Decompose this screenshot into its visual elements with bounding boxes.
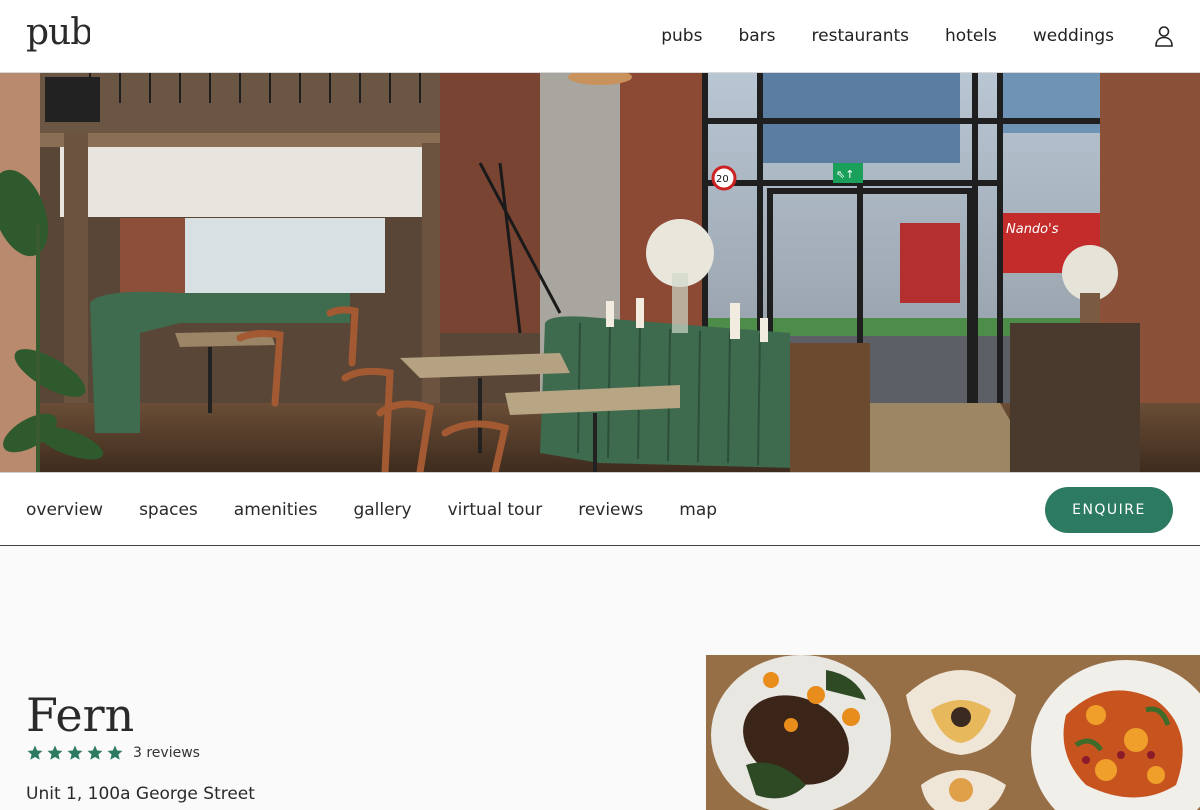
main-nav: pubs bars restaurants hotels weddings (661, 0, 1200, 72)
nav-pubs[interactable]: pubs (661, 26, 702, 46)
nav-restaurants[interactable]: restaurants (812, 26, 910, 46)
venue-rating[interactable]: 3 reviews (26, 744, 200, 762)
nav-bars[interactable]: bars (738, 26, 775, 46)
site-header: pub pubs bars restaurants hotels wedding… (0, 0, 1200, 73)
venue-name: Fern (26, 688, 135, 742)
tab-overview[interactable]: overview (26, 500, 103, 520)
venue-subnav: overview spaces amenities gallery virtua… (0, 472, 1200, 546)
star-icon (27, 745, 43, 760)
star-icon (107, 745, 123, 760)
star-icon (87, 745, 103, 760)
nav-hotels[interactable]: hotels (945, 26, 997, 46)
review-count[interactable]: 3 reviews (133, 745, 200, 761)
tab-map[interactable]: map (679, 500, 717, 520)
tab-virtual-tour[interactable]: virtual tour (448, 500, 543, 520)
star-icon (47, 745, 63, 760)
hero-photo[interactable]: ⇖↑ Nando's 20 (0, 73, 1200, 472)
tab-gallery[interactable]: gallery (353, 500, 411, 520)
exit-sign-text: ⇖↑ (836, 168, 854, 181)
shop-sign-text: Nando's (1006, 222, 1059, 237)
food-photo[interactable] (706, 655, 1200, 810)
road-sign-text: 20 (716, 174, 729, 185)
star-icon (67, 745, 83, 760)
food-dishes-photo (706, 655, 1200, 810)
enquire-button[interactable]: ENQUIRE (1045, 487, 1173, 533)
tab-reviews[interactable]: reviews (578, 500, 643, 520)
venue-address: Unit 1, 100a George Street (26, 784, 255, 804)
nav-weddings[interactable]: weddings (1033, 26, 1114, 46)
user-icon[interactable] (1154, 25, 1174, 47)
restaurant-interior-photo: ⇖↑ Nando's 20 (0, 73, 1200, 472)
tab-amenities[interactable]: amenities (234, 500, 318, 520)
star-rating (26, 744, 126, 762)
tab-spaces[interactable]: spaces (139, 500, 198, 520)
logo-text: pub (26, 14, 90, 53)
logo[interactable]: pub (26, 12, 93, 63)
